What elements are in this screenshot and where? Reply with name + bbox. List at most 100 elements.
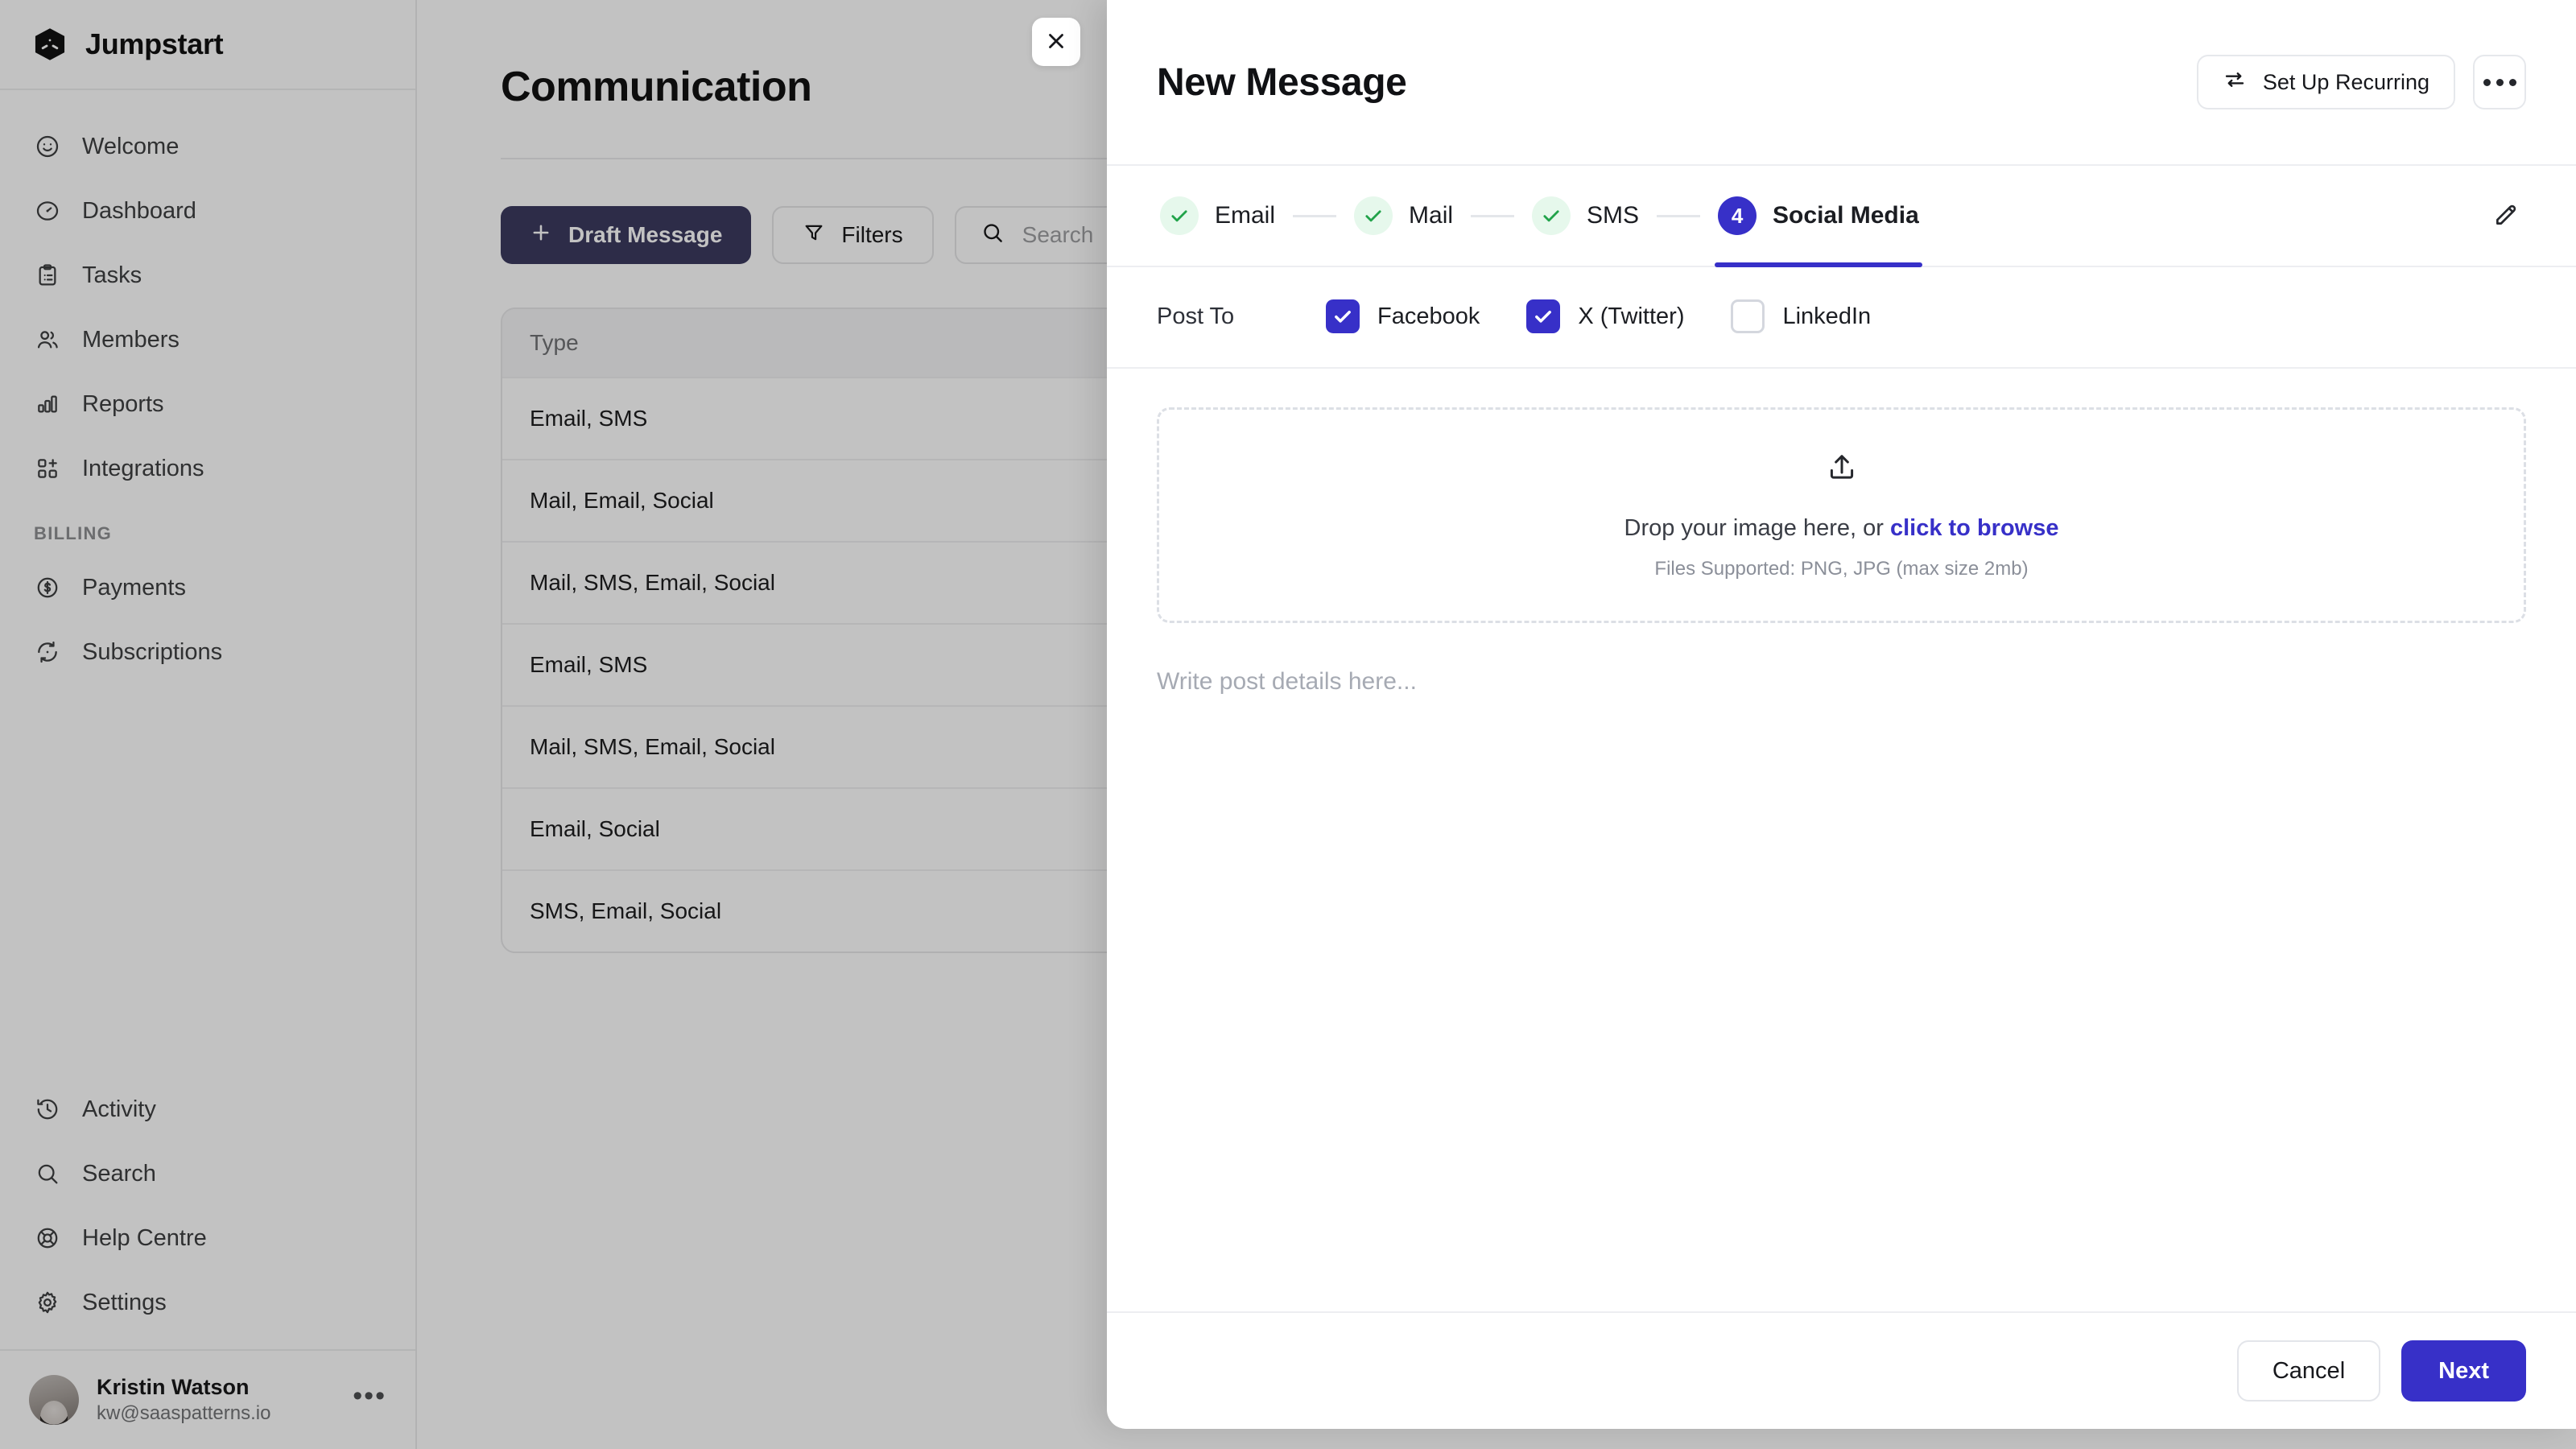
user-email: kw@saaspatterns.io [97,1402,271,1425]
smiley-icon [34,133,61,160]
step-label: Mail [1409,202,1454,229]
sidebar-item-integrations[interactable]: Integrations [0,436,415,501]
ellipsis-icon [2508,78,2516,86]
refresh-icon [34,638,61,666]
sidebar-item-label: Search [82,1160,156,1187]
modal-header: New Message Set Up Recurring [1107,0,2576,166]
draft-message-button[interactable]: Draft Message [501,206,752,264]
dropzone-hint: Files Supported: PNG, JPG (max size 2mb) [1654,558,2029,580]
bar-chart-icon [34,390,61,418]
step-number-badge: 4 [1718,196,1757,235]
checkbox-x-twitter[interactable]: X (Twitter) [1526,299,1684,333]
sidebar-item-settings[interactable]: Settings [0,1270,415,1335]
search-placeholder: Search [1022,222,1094,247]
steps-list: Email Mail SMS 4 Social Media [1157,166,1922,267]
modal-header-actions: Set Up Recurring [2196,55,2526,109]
step-email[interactable]: Email [1157,166,1278,266]
step-connector [1293,214,1337,217]
checkbox-linkedin[interactable]: LinkedIn [1731,299,1871,333]
sidebar-item-reports[interactable]: Reports [0,372,415,436]
modal-title: New Message [1157,60,1407,104]
checkbox-checked-icon [1526,299,1561,333]
edit-steps-button[interactable] [2486,195,2526,237]
sidebar-item-label: Dashboard [82,197,196,224]
close-modal-button[interactable] [1032,18,1080,66]
sidebar-item-dashboard[interactable]: Dashboard [0,179,415,243]
ellipsis-icon [2496,78,2504,86]
filters-button[interactable]: Filters [772,206,934,264]
gear-icon [34,1289,61,1316]
upload-icon [1825,450,1859,488]
post-to-row: Post To Facebook X (Twitter) LinkedIn [1107,267,2576,369]
step-label: SMS [1587,202,1640,229]
ellipsis-icon [2483,78,2491,86]
search-icon [980,221,1005,250]
next-button[interactable]: Next [2401,1340,2526,1402]
sidebar-item-label: Help Centre [82,1224,207,1251]
cancel-button[interactable]: Cancel [2236,1340,2381,1402]
close-icon [1044,29,1068,56]
sidebar-item-label: Payments [82,574,186,601]
step-social-media[interactable]: 4 Social Media [1715,166,1922,267]
sidebar-nav: Welcome Dashboard Tasks Members Reports … [0,90,415,1077]
sidebar-bottom-nav: Activity Search Help Centre Settings [0,1077,415,1349]
users-icon [34,326,61,353]
sidebar-item-members[interactable]: Members [0,308,415,372]
ellipsis-icon[interactable]: ••• [353,1382,386,1418]
sidebar-item-payments[interactable]: Payments [0,555,415,620]
sidebar-section-billing: BILLING [34,523,113,543]
sidebar-item-label: Integrations [82,455,204,481]
brand-name: Jumpstart [85,27,224,60]
user-name: Kristin Watson [97,1374,250,1399]
dropzone-text-before: Drop your image here, or [1624,515,1890,541]
sidebar-item-label: Activity [82,1096,156,1122]
brand[interactable]: Jumpstart [0,0,415,90]
image-dropzone[interactable]: Drop your image here, or click to browse… [1157,407,2526,623]
step-connector [1657,214,1701,217]
click-to-browse-link[interactable]: click to browse [1890,515,2059,541]
user-meta: Kristin Watson kw@saaspatterns.io [97,1374,335,1426]
clipboard-icon [34,262,61,289]
set-up-recurring-button[interactable]: Set Up Recurring [2196,55,2455,109]
sidebar-item-label: Members [82,326,180,353]
step-mail[interactable]: Mail [1351,166,1456,266]
draft-message-label: Draft Message [568,222,723,247]
dollar-circle-icon [34,574,61,601]
check-icon [1354,196,1393,235]
sidebar-item-search[interactable]: Search [0,1141,415,1206]
sidebar-item-label: Reports [82,390,164,417]
avatar [29,1375,79,1425]
search-icon [34,1160,61,1187]
new-message-modal: New Message Set Up Recurring Email Mail … [1107,0,2576,1429]
repeat-icon [2223,68,2247,97]
checkbox-checked-icon [1326,299,1360,333]
funnel-icon [803,221,825,250]
plus-icon [530,221,552,250]
modal-footer: Cancel Next [1107,1311,2576,1429]
set-up-recurring-label: Set Up Recurring [2262,69,2429,94]
lifebuoy-icon [34,1224,61,1252]
wizard-steps: Email Mail SMS 4 Social Media [1107,166,2576,267]
modal-more-options-button[interactable] [2473,55,2526,109]
sidebar-item-tasks[interactable]: Tasks [0,243,415,308]
sidebar-item-activity[interactable]: Activity [0,1077,415,1141]
step-connector [1471,214,1515,217]
app-root: Jumpstart Welcome Dashboard Tasks Member… [0,0,2576,1449]
sidebar-item-label: Settings [82,1289,167,1315]
sidebar-user-card[interactable]: Kristin Watson kw@saaspatterns.io ••• [0,1349,415,1449]
clock-history-icon [34,1096,61,1123]
step-label: Social Media [1773,202,1919,229]
sidebar-item-help-centre[interactable]: Help Centre [0,1206,415,1270]
post-to-label: Post To [1157,303,1235,329]
dropzone-text: Drop your image here, or click to browse [1624,515,2059,542]
checkbox-label: Facebook [1377,303,1480,329]
sidebar-item-subscriptions[interactable]: Subscriptions [0,620,415,684]
sidebar-item-label: Welcome [82,133,180,159]
sidebar: Jumpstart Welcome Dashboard Tasks Member… [0,0,417,1449]
sidebar-item-label: Subscriptions [82,638,223,665]
post-details-textarea[interactable] [1157,668,2526,1232]
checkbox-facebook[interactable]: Facebook [1326,299,1480,333]
sidebar-item-welcome[interactable]: Welcome [0,114,415,179]
step-sms[interactable]: SMS [1529,166,1642,266]
modal-body: Drop your image here, or click to browse… [1107,369,2576,1311]
